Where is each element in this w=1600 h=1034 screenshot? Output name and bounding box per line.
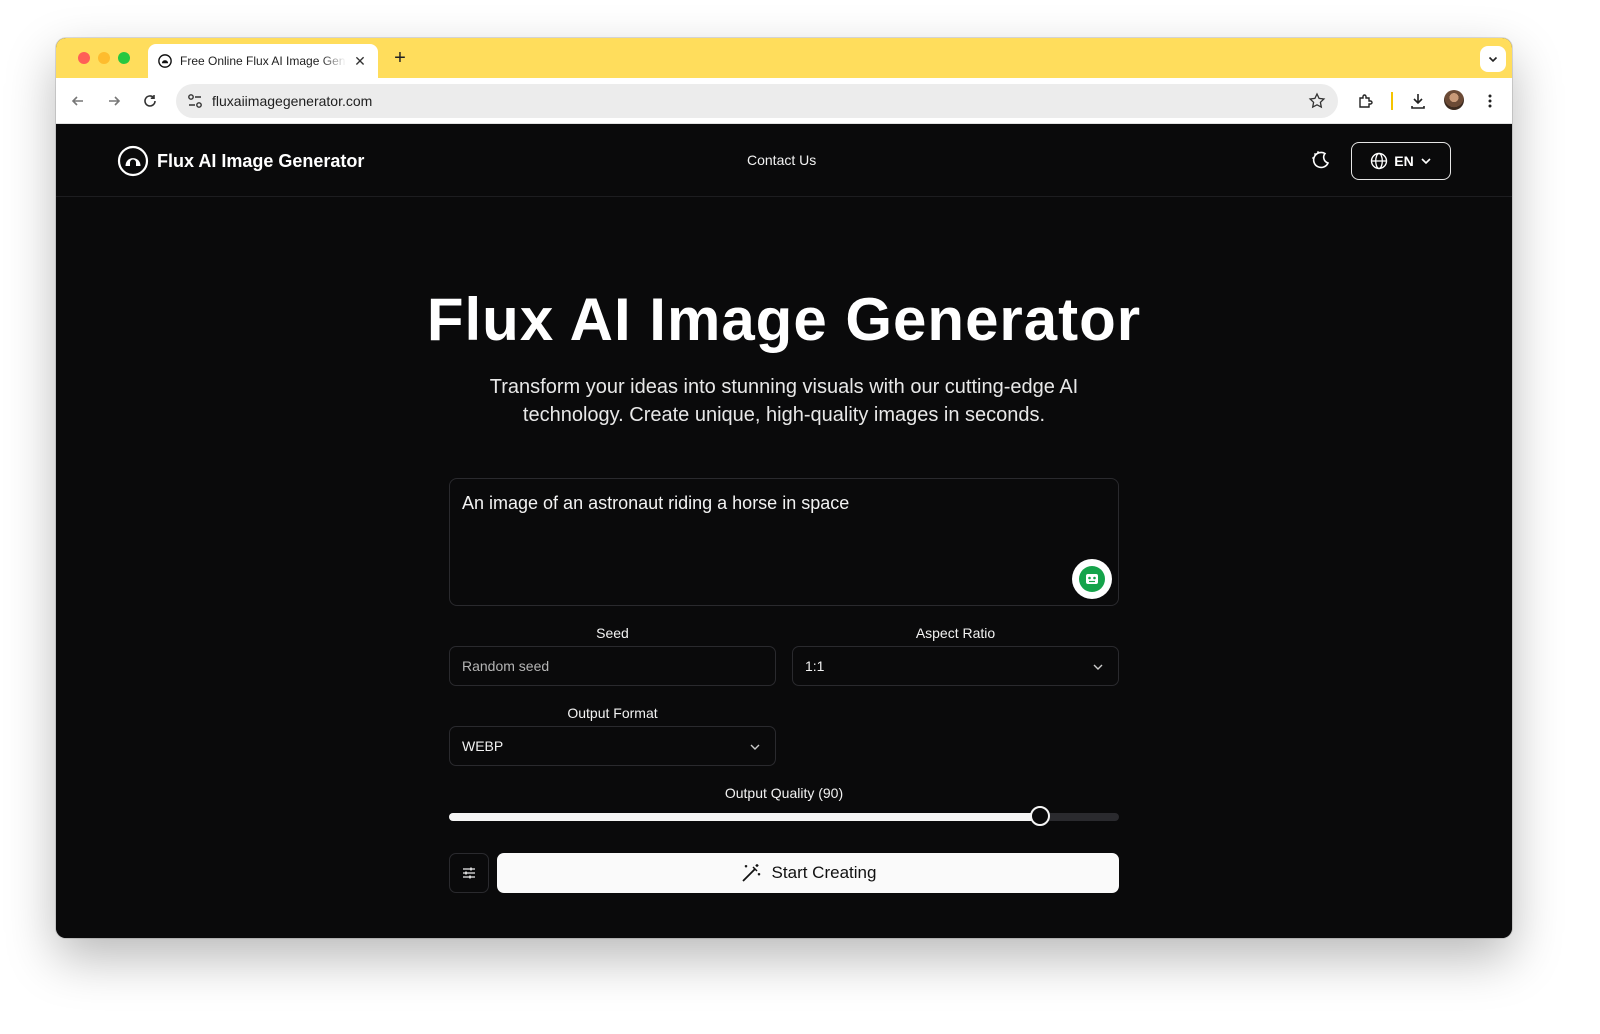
- start-creating-button[interactable]: Start Creating: [497, 853, 1119, 893]
- brand-link[interactable]: Flux AI Image Generator: [117, 145, 364, 177]
- brand-name: Flux AI Image Generator: [157, 150, 365, 171]
- browser-menu-button[interactable]: [1478, 89, 1502, 113]
- chevron-down-icon: [1421, 158, 1431, 165]
- web-page: Flux AI Image Generator Contact Us EN Fl…: [56, 125, 1512, 938]
- output-format-value: WEBP: [462, 738, 504, 754]
- download-icon: [1411, 94, 1425, 109]
- reload-icon: [144, 95, 156, 107]
- output-format-label: Output Format: [567, 705, 658, 721]
- grammarly-button[interactable]: [1072, 559, 1112, 599]
- arrow-left-icon: [71, 96, 83, 106]
- sliders-icon: [463, 867, 475, 879]
- browser-tab[interactable]: Free Online Flux AI Image Generator ✕: [148, 44, 378, 78]
- more-vertical-icon: [1488, 94, 1492, 108]
- site-settings-icon[interactable]: [186, 92, 204, 110]
- chevron-down-icon: [1488, 56, 1498, 63]
- language-selector[interactable]: EN: [1351, 142, 1451, 180]
- magic-wand-icon: [741, 864, 760, 882]
- prompt-text: An image of an astronaut riding a horse …: [462, 493, 850, 513]
- toolbar-separator: [1391, 92, 1393, 110]
- site-favicon-icon: [158, 54, 172, 68]
- output-quality-label: Output Quality (90): [724, 785, 844, 801]
- seed-input[interactable]: Random seed: [449, 646, 776, 686]
- url-text: fluxaiimagegenerator.com: [212, 93, 373, 109]
- tab-close-icon[interactable]: ✕: [352, 53, 368, 69]
- aspect-ratio-value: 1:1: [805, 658, 825, 674]
- close-window-button[interactable]: [78, 52, 90, 64]
- downloads-button[interactable]: [1406, 89, 1430, 113]
- grammarly-icon: [1079, 566, 1105, 592]
- tab-strip: Free Online Flux AI Image Generator ✕ +: [56, 38, 1512, 78]
- flux-logo-icon: [117, 145, 149, 177]
- tab-search-button[interactable]: [1480, 46, 1506, 72]
- aspect-ratio-label: Aspect Ratio: [915, 625, 996, 641]
- browser-window: Free Online Flux AI Image Generator ✕ + …: [56, 38, 1512, 938]
- hero-subtitle: Transform your ideas into stunning visua…: [489, 376, 1079, 426]
- seed-label: Seed: [596, 625, 629, 641]
- seed-placeholder: Random seed: [462, 658, 550, 674]
- profile-avatar[interactable]: [1444, 90, 1464, 110]
- bookmark-star-icon[interactable]: [1308, 92, 1326, 110]
- reload-button[interactable]: [138, 89, 162, 113]
- hero-title: Flux AI Image Generator: [426, 286, 1142, 353]
- slider-thumb[interactable]: [1029, 806, 1050, 826]
- browser-toolbar: fluxaiimagegenerator.com: [56, 78, 1512, 124]
- site-navbar: Flux AI Image Generator Contact Us EN: [56, 125, 1512, 197]
- globe-icon: [1371, 152, 1388, 170]
- theme-toggle-icon[interactable]: [1310, 149, 1332, 171]
- arrow-right-icon: [109, 96, 121, 106]
- tab-title: Free Online Flux AI Image Generator: [180, 54, 346, 68]
- minimize-window-button[interactable]: [98, 52, 110, 64]
- output-format-select[interactable]: WEBP: [449, 726, 776, 766]
- forward-button[interactable]: [102, 89, 126, 113]
- address-bar[interactable]: fluxaiimagegenerator.com: [176, 84, 1338, 118]
- language-label: EN: [1394, 153, 1414, 169]
- puzzle-icon: [1359, 94, 1373, 108]
- aspect-ratio-select[interactable]: 1:1: [792, 646, 1119, 686]
- advanced-options-button[interactable]: [449, 853, 489, 893]
- slider-fill: [449, 813, 1040, 821]
- prompt-textarea[interactable]: An image of an astronaut riding a horse …: [449, 478, 1119, 606]
- nav-link-contact[interactable]: Contact Us: [747, 152, 816, 168]
- chevron-down-icon: [1093, 664, 1103, 670]
- back-button[interactable]: [66, 89, 90, 113]
- new-tab-button[interactable]: +: [390, 48, 410, 68]
- start-creating-label: Start Creating: [771, 863, 877, 882]
- extensions-button[interactable]: [1354, 89, 1378, 113]
- output-quality-slider[interactable]: [449, 806, 1119, 826]
- chevron-down-icon: [750, 744, 760, 750]
- maximize-window-button[interactable]: [118, 52, 130, 64]
